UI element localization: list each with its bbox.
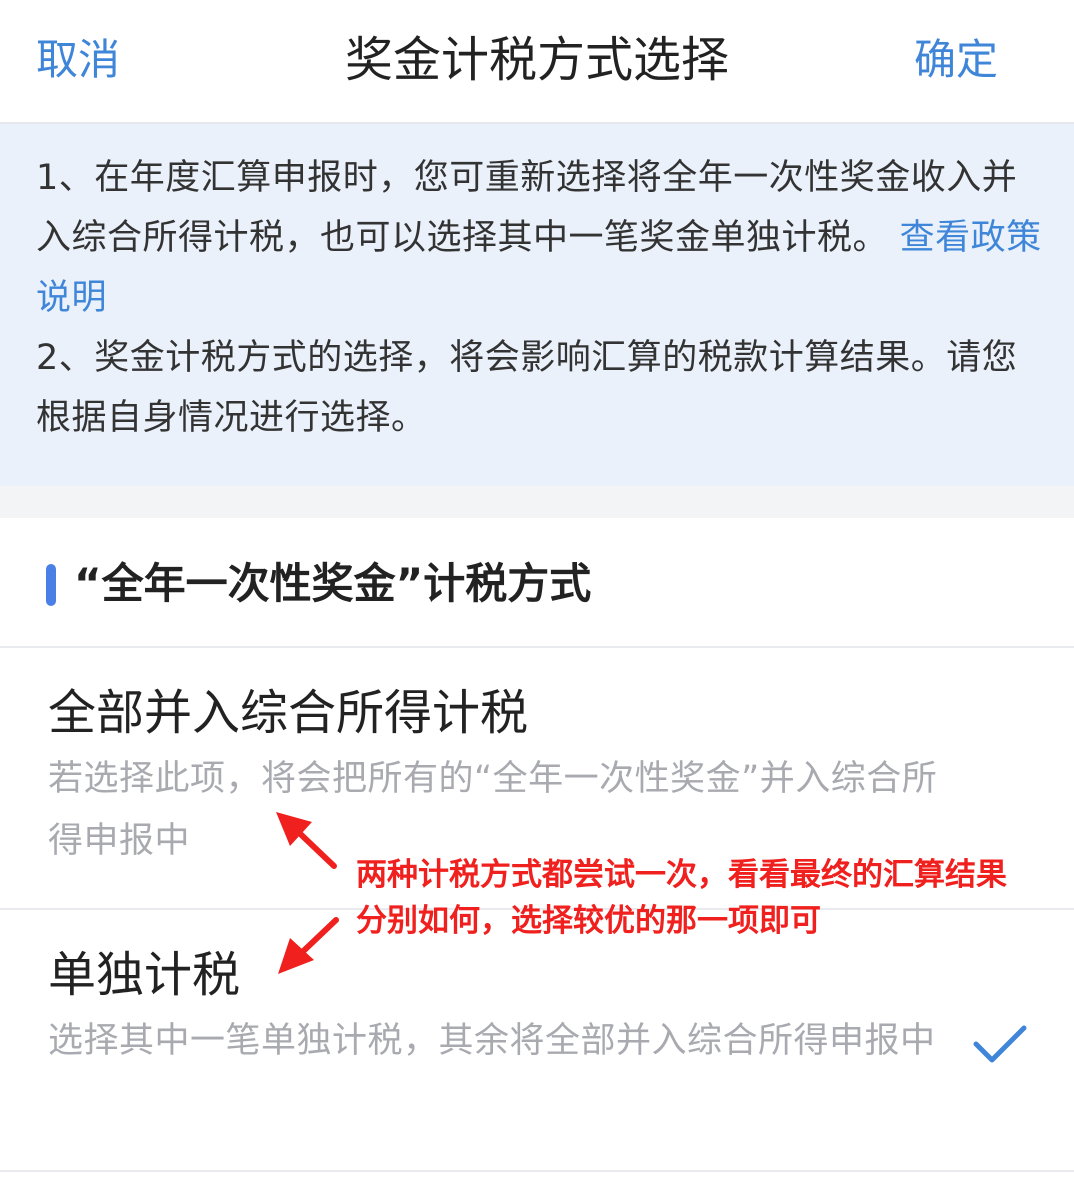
check-icon — [973, 1025, 1027, 1063]
option-title: 单独计税 — [48, 947, 241, 1003]
option-separate-tax[interactable]: 单独计税 选择其中一笔单独计税，其余将全部并入综合所得申报中 — [0, 910, 1074, 1172]
nav-header: 取消 奖金计税方式选择 确定 — [0, 0, 1074, 124]
notice-line-1: 1、在年度汇算申报时，您可重新选择将全年一次性奖金收入并入综合所得计税，也可以选… — [36, 148, 1044, 328]
notice-line-2: 2、奖金计税方式的选择，将会影响汇算的税款计算结果。请您根据自身情况进行选择。 — [36, 338, 1018, 438]
section-title: “全年一次性奖金”计税方式 — [74, 559, 592, 608]
annotation-text: 两种计税方式都尝试一次，看看最终的汇算结果分别如何，选择较优的那一项即可 — [356, 857, 1007, 939]
notice-panel: 1、在年度汇算申报时，您可重新选择将全年一次性奖金收入并入综合所得计税，也可以选… — [0, 124, 1074, 486]
option-title: 全部并入综合所得计税 — [48, 685, 529, 741]
confirm-button[interactable]: 确定 — [914, 30, 998, 90]
section-header: “全年一次性奖金”计税方式 — [0, 518, 1074, 648]
page-title: 奖金计税方式选择 — [344, 32, 729, 88]
section-divider — [0, 486, 1074, 518]
section-accent-bar — [46, 564, 56, 606]
notice-line-1-text: 1、在年度汇算申报时，您可重新选择将全年一次性奖金收入并入综合所得计税，也可以选… — [36, 158, 1018, 258]
option-description: 选择其中一笔单独计税，其余将全部并入综合所得申报中 — [48, 1021, 936, 1061]
